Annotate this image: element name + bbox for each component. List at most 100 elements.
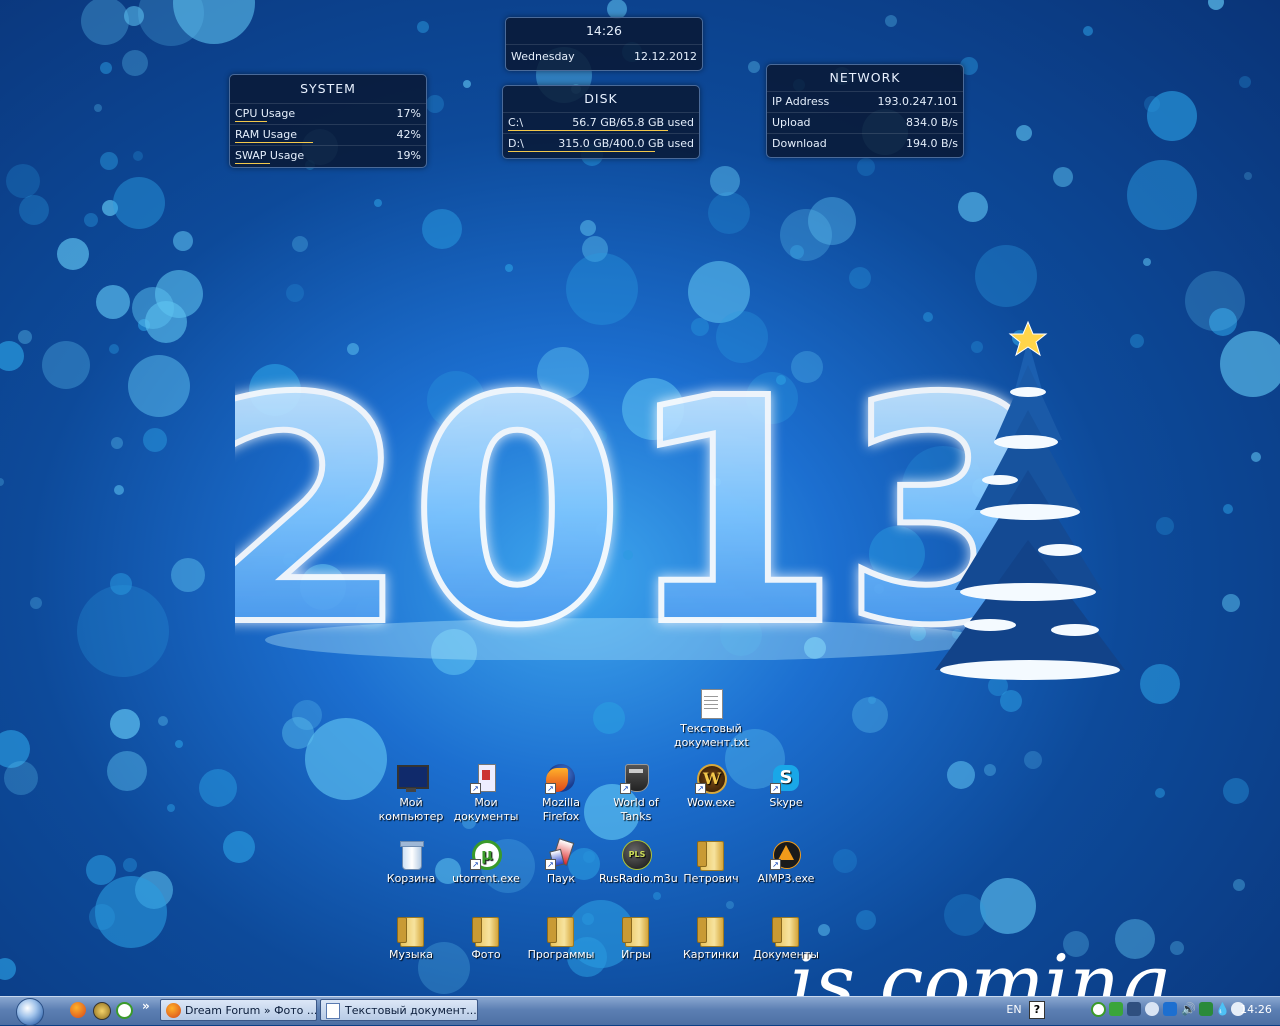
wallpaper-bottom-text: is coming: [790, 950, 1170, 996]
ram-row: RAM Usage 42%: [230, 124, 426, 145]
taskbar-button-notepad[interactable]: Текстовый документ....: [320, 999, 478, 1021]
desktop-icon-games-folder[interactable]: Игры: [599, 914, 673, 962]
monitor-icon: [395, 762, 429, 794]
upload-value: 834.0 B/s: [906, 116, 958, 129]
shortcut-arrow-icon: ↗: [545, 783, 556, 794]
desktop-icon-aimp[interactable]: ↗ AIMP3.exe: [749, 838, 823, 886]
desktop-icon-petrovich[interactable]: Петрович: [674, 838, 748, 886]
taskbar: » Dream Forum » Фото ... Текстовый докум…: [0, 996, 1280, 1026]
quicklaunch-more-button[interactable]: »: [142, 999, 150, 1013]
help-icon[interactable]: ?: [1029, 1001, 1045, 1019]
swap-row: SWAP Usage 19%: [230, 145, 426, 166]
download-label: Download: [772, 137, 827, 150]
quicklaunch-player-icon[interactable]: [93, 1002, 111, 1020]
christmas-tree-art: [935, 320, 1125, 680]
network-title: NETWORK: [829, 70, 901, 85]
notepad-icon: [326, 1003, 340, 1019]
clock-widget: 14:26 Wednesday 12.12.2012: [505, 17, 703, 71]
disk-c-row: C:\ 56.7 GB/65.8 GB used: [503, 112, 699, 133]
folder-icon: [770, 914, 802, 947]
ram-value: 42%: [396, 128, 421, 141]
utorrent-tray-icon[interactable]: [1091, 1002, 1106, 1017]
shortcut-arrow-icon: ↗: [620, 783, 631, 794]
desktop-icon-rusradio[interactable]: PLS RusRadio.m3u: [599, 838, 678, 886]
shortcut-arrow-icon: ↗: [470, 859, 481, 870]
swap-bar: [235, 163, 271, 164]
download-value: 194.0 B/s: [906, 137, 958, 150]
desktop-icon-my-computer[interactable]: Мой компьютер: [374, 762, 448, 824]
clock-date: 12.12.2012: [634, 50, 697, 63]
network-tray-icon[interactable]: [1109, 1002, 1123, 1016]
ip-row: IP Address 193.0.247.101: [767, 91, 963, 112]
folder-icon: [695, 838, 727, 871]
display-tray-icon[interactable]: [1127, 1002, 1141, 1016]
shortcut-arrow-icon: ↗: [545, 859, 556, 870]
playlist-icon: PLS: [620, 838, 652, 870]
wow-icon: W ↗: [695, 762, 727, 794]
quicklaunch-utorrent-icon[interactable]: [116, 1002, 133, 1019]
download-row: Download 194.0 B/s: [767, 133, 963, 154]
desktop-icon-recycle-bin[interactable]: Корзина: [374, 838, 448, 886]
desktop-icon-my-documents[interactable]: ↗ Мои документы: [449, 762, 523, 824]
volume-icon[interactable]: 🔊: [1181, 1002, 1196, 1016]
is-coming-text: is coming: [790, 950, 1170, 996]
quicklaunch-firefox-icon[interactable]: [70, 1002, 86, 1018]
start-button[interactable]: [12, 997, 48, 1026]
ip-value: 193.0.247.101: [877, 95, 958, 108]
world-of-tanks-icon: ↗: [620, 762, 652, 794]
shortcut-arrow-icon: ↗: [770, 783, 781, 794]
desktop-icon-text-document[interactable]: Текстовый документ.txt: [674, 688, 749, 750]
aimp-icon: ↗: [770, 838, 802, 870]
folder-icon: [695, 914, 727, 947]
text-file-icon: [695, 688, 727, 720]
shortcut-arrow-icon: ↗: [470, 783, 481, 794]
desktop-icon-photo-folder[interactable]: Фото: [449, 914, 523, 962]
disk-d-bar: [508, 151, 655, 152]
ip-label: IP Address: [772, 95, 830, 108]
language-indicator[interactable]: EN: [1003, 1001, 1025, 1019]
network-widget: NETWORK IP Address 193.0.247.101 Upload …: [766, 64, 964, 158]
drop-tray-icon[interactable]: 💧: [1215, 1002, 1230, 1016]
windows-logo-icon: [16, 998, 44, 1026]
desktop-icon-wow[interactable]: W ↗ Wow.exe: [674, 762, 748, 810]
utorrent-icon: µ ↗: [470, 838, 502, 870]
disk-d-row: D:\ 315.0 GB/400.0 GB used: [503, 133, 699, 154]
shortcut-arrow-icon: ↗: [695, 783, 706, 794]
cpu-row: CPU Usage 17%: [230, 103, 426, 124]
desktop-icon-firefox[interactable]: ↗ Mozilla Firefox: [524, 762, 598, 824]
disk-c-bar: [508, 130, 668, 131]
folder-icon: [620, 914, 652, 947]
year-text: 2013: [235, 333, 1015, 660]
desktop-icon-programs-folder[interactable]: Программы: [524, 914, 598, 962]
clock-day: Wednesday: [511, 50, 575, 63]
desktop-icon-utorrent[interactable]: µ ↗ utorrent.exe: [449, 838, 523, 886]
tray-clock[interactable]: 14:26: [1236, 999, 1276, 1021]
app-tray-icon[interactable]: [1145, 1002, 1159, 1016]
desktop-icon-skype[interactable]: S ↗ Skype: [749, 762, 823, 810]
desktop-icon-world-of-tanks[interactable]: ↗ World of Tanks: [599, 762, 673, 824]
taskbar-button-firefox[interactable]: Dream Forum » Фото ...: [160, 999, 317, 1021]
desktop: 2013 is coming 14:26 Wednesday 12.12.201…: [0, 0, 1280, 996]
disk-title: DISK: [584, 91, 618, 106]
folder-icon: [395, 914, 427, 947]
folder-icon: [470, 914, 502, 947]
disk-widget: DISK C:\ 56.7 GB/65.8 GB used D:\ 315.0 …: [502, 85, 700, 159]
taskbar-button-label: Dream Forum » Фото ...: [185, 1004, 317, 1017]
my-documents-icon: ↗: [470, 762, 502, 794]
green-tray-icon[interactable]: [1199, 1002, 1213, 1016]
upload-row: Upload 834.0 B/s: [767, 112, 963, 133]
upload-label: Upload: [772, 116, 811, 129]
folder-icon: [545, 914, 577, 947]
clock-date-row: Wednesday 12.12.2012: [506, 44, 702, 69]
system-widget: SYSTEM CPU Usage 17% RAM Usage 42% SWAP …: [229, 74, 427, 168]
blue-tray-icon[interactable]: [1163, 1002, 1177, 1016]
desktop-icon-spider[interactable]: ↗ Паук: [524, 838, 598, 886]
desktop-icon-pictures-folder[interactable]: Картинки: [674, 914, 748, 962]
system-title: SYSTEM: [300, 81, 356, 96]
firefox-icon: [166, 1003, 181, 1018]
spider-icon: ↗: [545, 838, 577, 870]
desktop-icon-documents-folder[interactable]: Документы: [749, 914, 823, 962]
ram-bar: [235, 142, 314, 143]
desktop-icon-music-folder[interactable]: Музыка: [374, 914, 448, 962]
skype-icon: S ↗: [770, 762, 802, 794]
